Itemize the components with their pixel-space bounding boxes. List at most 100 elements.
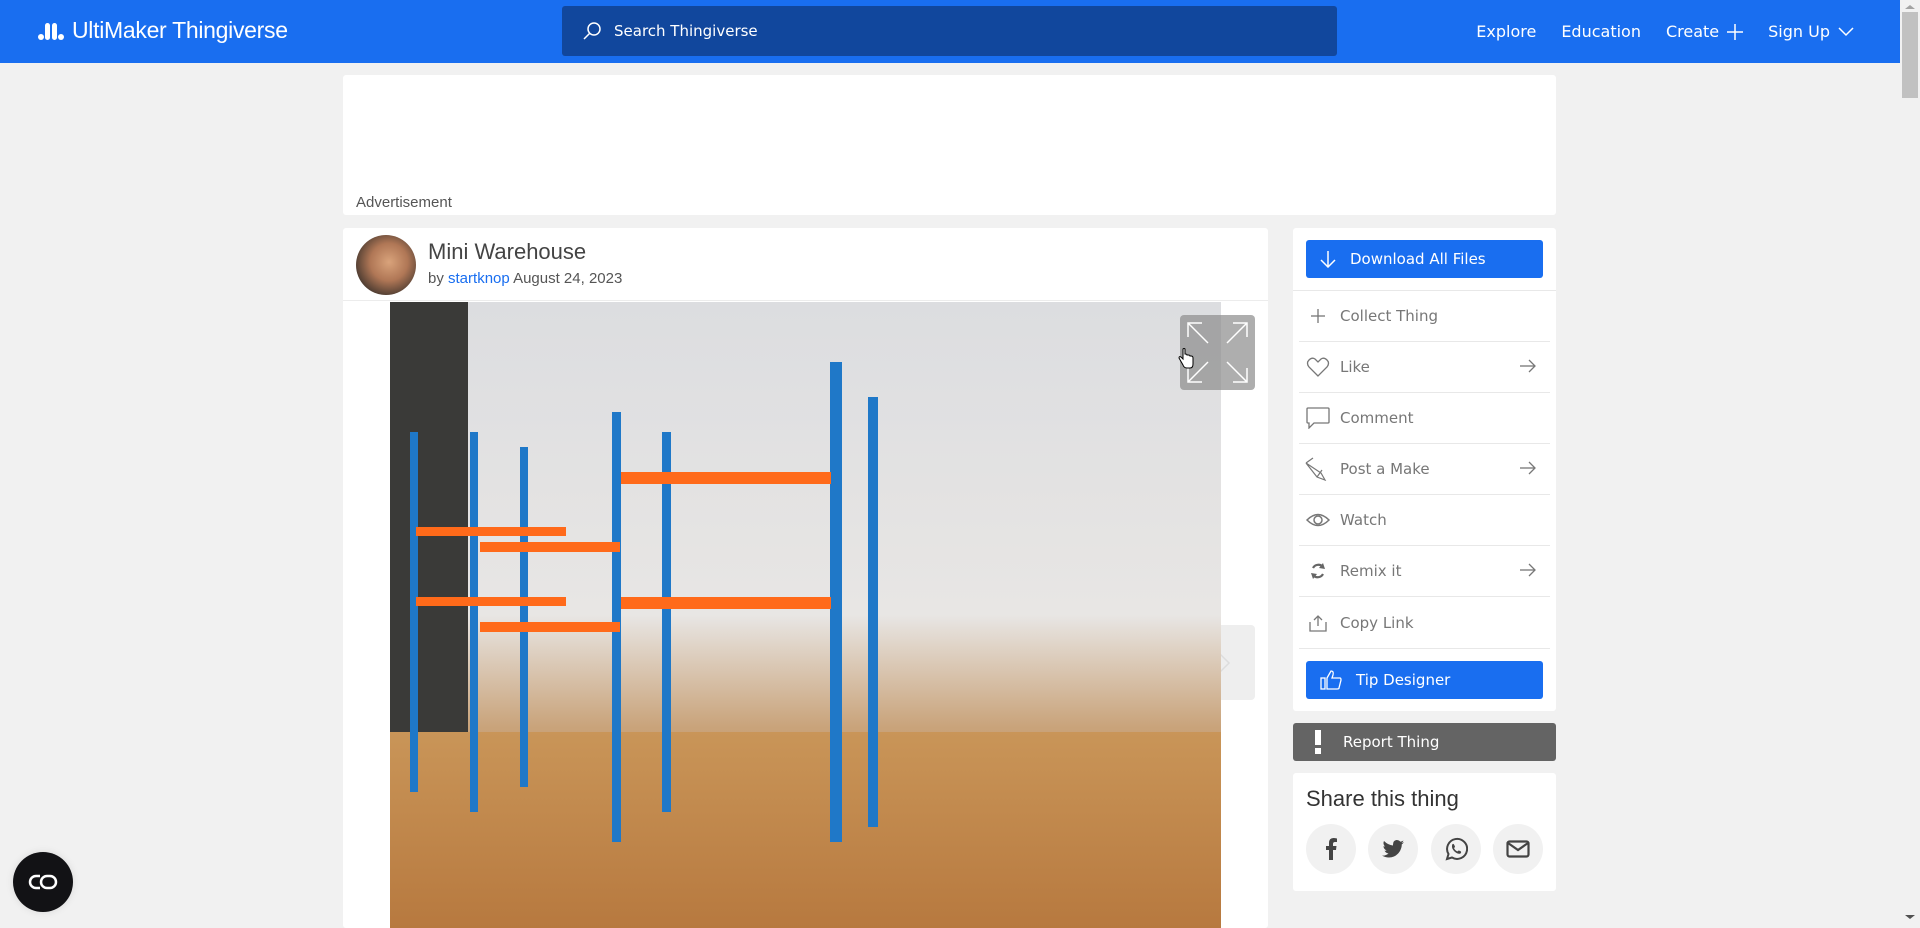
nav-explore[interactable]: Explore [1476, 22, 1536, 41]
share-buttons [1306, 824, 1543, 874]
divider [1299, 648, 1550, 649]
image-gallery[interactable] [390, 302, 1221, 928]
thing-meta: by startknop August 24, 2023 [428, 270, 622, 287]
nav-create[interactable]: Create [1665, 22, 1744, 41]
remix-it-action[interactable]: Remix it [1299, 546, 1550, 597]
share-title: Share this thing [1306, 786, 1459, 811]
nav-sign-up-label: Sign Up [1768, 22, 1830, 41]
post-a-make-action[interactable]: Post a Make [1299, 444, 1550, 495]
mouse-cursor [1178, 348, 1194, 374]
search-input[interactable] [614, 22, 1314, 40]
plus-icon [1304, 308, 1332, 324]
share-card: Share this thing [1293, 773, 1556, 891]
privacy-toggle-icon [28, 874, 58, 890]
whatsapp-icon [1445, 837, 1468, 861]
photo-rack-beam [480, 622, 620, 632]
thing-main-image[interactable] [390, 302, 1221, 928]
privacy-settings-button[interactable] [13, 852, 73, 912]
nav-create-label: Create [1665, 22, 1720, 41]
scrollbar-thumb[interactable] [1902, 12, 1918, 98]
comment-action[interactable]: Comment [1299, 393, 1550, 444]
report-thing-label: Report Thing [1343, 733, 1440, 751]
nav-sign-up[interactable]: Sign Up [1768, 22, 1854, 41]
search-icon [583, 22, 601, 40]
share-facebook-button[interactable] [1306, 824, 1356, 874]
remix-it-label: Remix it [1340, 562, 1402, 580]
photo-rack-post [868, 397, 878, 827]
thumbs-up-icon [1320, 670, 1342, 690]
advertisement-banner: Advertisement [343, 75, 1556, 215]
share-whatsapp-button[interactable] [1430, 824, 1481, 874]
collect-thing-action[interactable]: Collect Thing [1299, 291, 1550, 342]
watch-action[interactable]: Watch [1299, 495, 1550, 546]
ultimaker-logo-icon [38, 22, 64, 40]
by-label: by [428, 270, 444, 287]
tip-designer-button[interactable]: Tip Designer [1306, 661, 1543, 699]
publish-date: August 24, 2023 [513, 270, 623, 287]
report-thing-button[interactable]: Report Thing [1293, 723, 1556, 761]
comment-label: Comment [1340, 409, 1414, 427]
photo-rack-post [410, 432, 418, 792]
watch-label: Watch [1340, 511, 1387, 529]
eye-icon [1304, 512, 1332, 528]
chevron-right-icon [1215, 649, 1231, 677]
search-bar[interactable] [562, 6, 1337, 56]
brand-name: UltiMaker Thingiverse [72, 17, 288, 43]
author-avatar[interactable] [356, 235, 416, 295]
download-arrow-icon [1320, 251, 1336, 268]
exclamation-icon [1315, 730, 1321, 754]
heart-icon [1304, 357, 1332, 377]
tip-designer-label: Tip Designer [1356, 671, 1451, 689]
like-action[interactable]: Like [1299, 342, 1550, 393]
chevron-down-icon [1838, 26, 1854, 36]
advertisement-label: Advertisement [356, 194, 452, 211]
photo-rack-beam [416, 527, 566, 536]
arrow-right-icon [1520, 563, 1536, 581]
thing-card: Mini Warehouse by startknop August 24, 2… [343, 228, 1268, 928]
nav-education-label: Education [1561, 22, 1641, 41]
share-upload-icon [1304, 614, 1332, 632]
author-link[interactable]: startknop [448, 270, 510, 287]
photo-rack-post [662, 432, 671, 812]
copy-link-label: Copy Link [1340, 613, 1414, 632]
scroll-up-arrow-icon[interactable] [1905, 5, 1915, 9]
facebook-icon [1326, 838, 1337, 860]
arrow-right-icon [1520, 359, 1536, 377]
brand-logo[interactable]: UltiMaker Thingiverse [38, 17, 288, 44]
nav-explore-label: Explore [1476, 22, 1537, 41]
copy-link-action[interactable]: Copy Link [1299, 597, 1550, 648]
photo-rack-beam [480, 542, 620, 552]
download-all-files-label: Download All Files [1350, 250, 1486, 268]
arrow-right-icon [1520, 461, 1536, 479]
photo-rack-beam [416, 597, 566, 606]
twitter-icon [1382, 840, 1405, 858]
photo-rack-post [470, 432, 478, 812]
photo-rack-beam [621, 597, 831, 609]
collect-thing-label: Collect Thing [1340, 307, 1438, 325]
thing-header: Mini Warehouse by startknop August 24, 2… [343, 228, 1268, 301]
photo-rack-post [830, 362, 842, 842]
thing-sidebar: Download All Files Collect Thing Like Co… [1293, 228, 1556, 891]
photo-rack-post [520, 447, 528, 787]
nav-education[interactable]: Education [1561, 22, 1641, 41]
thing-title: Mini Warehouse [428, 239, 587, 264]
photo-rack-beam [621, 472, 831, 484]
plus-icon [1727, 23, 1744, 40]
top-navbar: UltiMaker Thingiverse Explore Education … [0, 0, 1900, 63]
share-twitter-button[interactable] [1368, 824, 1419, 874]
photo-table-surface [390, 732, 1221, 928]
remix-icon [1304, 562, 1332, 580]
main-nav: Explore Education Create Sign Up [1451, 0, 1854, 63]
like-label: Like [1340, 358, 1370, 376]
actions-card: Download All Files Collect Thing Like Co… [1293, 228, 1556, 711]
email-icon [1506, 840, 1530, 858]
gallery-next-button[interactable] [1215, 625, 1255, 700]
photo-wall-shadow [390, 302, 468, 782]
post-a-make-label: Post a Make [1340, 460, 1430, 478]
comment-icon [1304, 407, 1332, 429]
scroll-down-arrow-icon[interactable] [1905, 915, 1915, 919]
share-email-button[interactable] [1492, 824, 1543, 874]
download-all-files-button[interactable]: Download All Files [1306, 240, 1543, 278]
hand-pointer-icon [1178, 348, 1194, 369]
page-scrollbar[interactable] [1900, 0, 1920, 924]
